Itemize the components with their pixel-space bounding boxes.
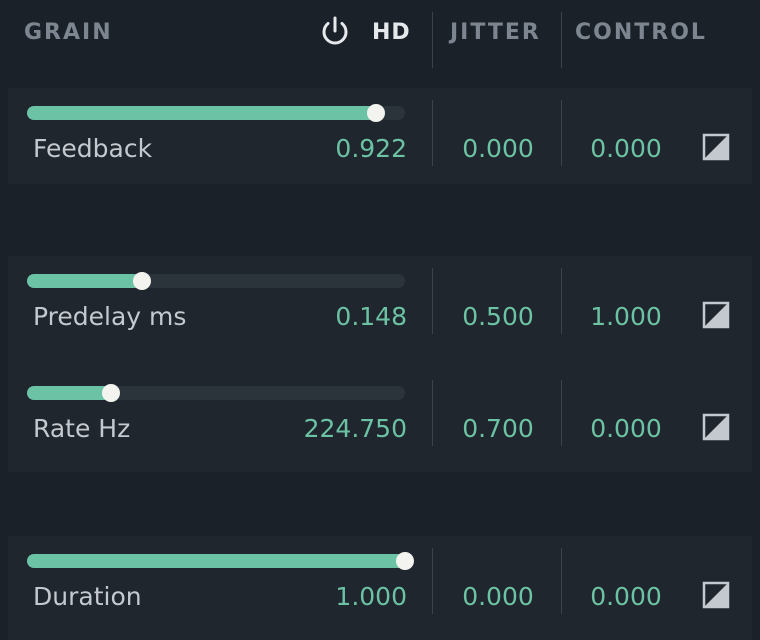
control-value[interactable]: 1.000 xyxy=(571,302,681,331)
param-label: Feedback xyxy=(33,134,153,163)
jitter-value[interactable]: 0.500 xyxy=(443,302,553,331)
column-divider xyxy=(432,268,433,334)
modulation-toggle-icon[interactable] xyxy=(702,301,730,329)
slider-thumb[interactable] xyxy=(366,104,385,122)
control-value[interactable]: 0.000 xyxy=(571,582,681,611)
hd-toggle-label[interactable]: HD xyxy=(372,20,411,45)
jitter-value[interactable]: 0.000 xyxy=(443,582,553,611)
panel-header: GRAIN HD JITTER CONTROL xyxy=(0,0,760,68)
param-value[interactable]: 224.750 xyxy=(304,414,407,443)
param-value[interactable]: 1.000 xyxy=(335,582,407,611)
slider-fill xyxy=(27,274,143,288)
control-value[interactable]: 0.000 xyxy=(571,414,681,443)
param-group: Predelay ms 0.148 0.500 1.000 Rate Hz 22… xyxy=(8,256,752,472)
param-row: Predelay ms 0.148 0.500 1.000 xyxy=(8,256,752,352)
param-label: Rate Hz xyxy=(33,414,131,443)
predelay-slider[interactable] xyxy=(27,272,405,290)
duration-slider[interactable] xyxy=(27,552,414,570)
slider-fill xyxy=(27,106,376,120)
grain-title: GRAIN xyxy=(24,20,113,45)
param-group: Duration 1.000 0.000 0.000 xyxy=(8,536,752,640)
control-column-header: CONTROL xyxy=(575,20,707,45)
param-value[interactable]: 0.148 xyxy=(335,302,407,331)
column-divider xyxy=(432,380,433,446)
header-divider xyxy=(432,12,433,68)
slider-fill xyxy=(27,386,111,400)
column-divider xyxy=(432,548,433,614)
column-divider xyxy=(561,100,562,166)
jitter-column-header: JITTER xyxy=(450,20,541,45)
column-divider xyxy=(561,380,562,446)
slider-fill xyxy=(27,554,405,568)
column-divider xyxy=(561,268,562,334)
column-divider xyxy=(432,100,433,166)
grain-panel: GRAIN HD JITTER CONTROL Feedback 0.922 0… xyxy=(0,0,760,640)
column-divider xyxy=(561,548,562,614)
control-value[interactable]: 0.000 xyxy=(571,134,681,163)
rate-slider[interactable] xyxy=(27,384,405,402)
slider-thumb[interactable] xyxy=(133,272,152,290)
header-divider xyxy=(561,12,562,68)
param-group: Feedback 0.922 0.000 0.000 xyxy=(8,88,752,184)
param-row: Feedback 0.922 0.000 0.000 xyxy=(8,88,752,184)
param-row: Rate Hz 224.750 0.700 0.000 xyxy=(8,368,752,464)
jitter-value[interactable]: 0.700 xyxy=(443,414,553,443)
power-icon[interactable] xyxy=(318,14,352,48)
param-label: Predelay ms xyxy=(33,302,187,331)
param-label: Duration xyxy=(33,582,142,611)
param-row: Duration 1.000 0.000 0.000 xyxy=(8,536,752,632)
param-value[interactable]: 0.922 xyxy=(335,134,407,163)
jitter-value[interactable]: 0.000 xyxy=(443,134,553,163)
slider-thumb[interactable] xyxy=(101,384,120,402)
modulation-toggle-icon[interactable] xyxy=(702,413,730,441)
slider-thumb[interactable] xyxy=(396,552,414,570)
modulation-toggle-icon[interactable] xyxy=(702,133,730,161)
modulation-toggle-icon[interactable] xyxy=(702,581,730,609)
feedback-slider[interactable] xyxy=(27,104,405,122)
